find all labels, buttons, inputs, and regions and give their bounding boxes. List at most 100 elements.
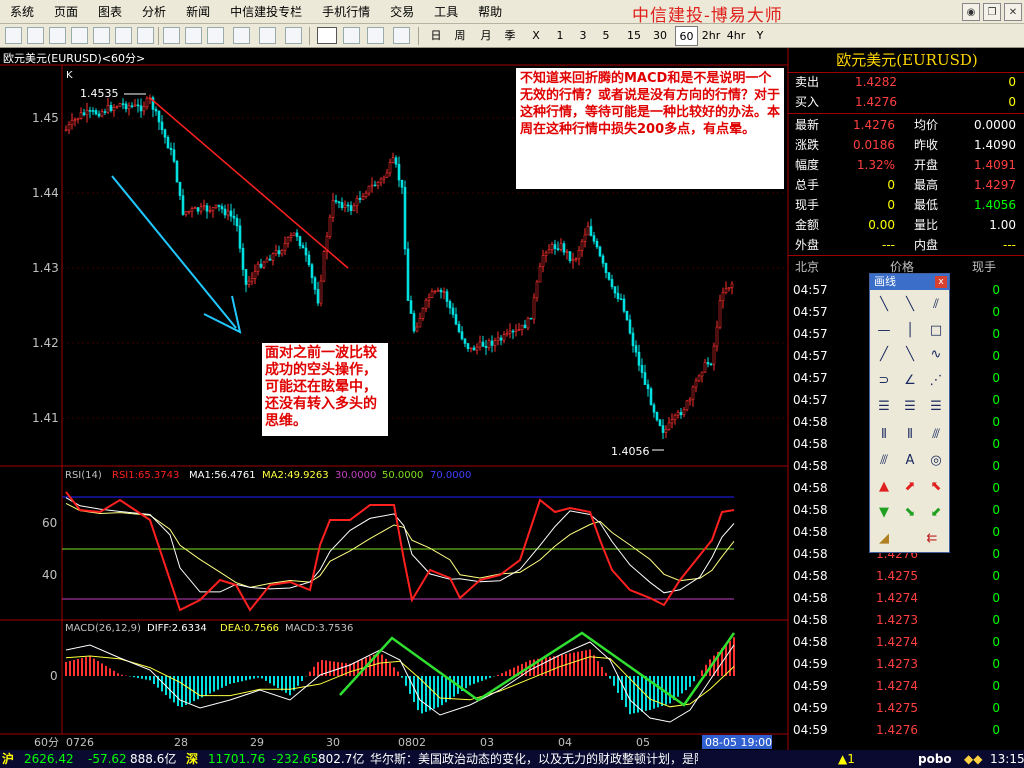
- candle-body: [553, 244, 557, 249]
- candle-body: [76, 118, 80, 120]
- spiral-icon[interactable]: ◎: [926, 450, 946, 470]
- tick-volume: 0: [992, 437, 1000, 451]
- vertical-line-icon[interactable]: │: [900, 320, 920, 340]
- annotation-note-top[interactable]: 不知道来回折腾的MACD和是不是说明一个无效的行情？或者说是没有方向的行情？对于…: [516, 68, 784, 189]
- palette-header[interactable]: 画线 x: [870, 274, 949, 290]
- tick-time: 04:58: [793, 437, 828, 451]
- tick-price: 1.4274: [876, 635, 918, 649]
- wave-icon[interactable]: ∿: [926, 344, 946, 364]
- text-icon[interactable]: A: [900, 450, 920, 470]
- rsi-tick: 60: [42, 516, 57, 530]
- quote-divider: [788, 72, 1024, 73]
- candle-body: [661, 425, 665, 433]
- candle-body: [436, 289, 440, 292]
- candle-body: [418, 318, 422, 328]
- high-price-label: 1.4535: [80, 87, 119, 100]
- alert-indicator[interactable]: ▲1: [838, 750, 855, 768]
- tick-volume: 0: [992, 723, 1000, 737]
- fibonacci-icon[interactable]: ☰: [874, 396, 894, 416]
- candle-body: [214, 204, 218, 208]
- up-right-arrow-icon[interactable]: ⬈: [900, 476, 920, 496]
- annotation-note-bottom[interactable]: 面对之前一波比较成功的空头操作，可能还在眩晕中，还没有转入多头的思维。: [262, 343, 388, 436]
- candle-body: [67, 124, 71, 131]
- up-arrow-icon[interactable]: ▲: [874, 476, 894, 496]
- down-left-arrow-icon[interactable]: ⬋: [926, 502, 946, 522]
- x-cursor-label: 08-05 19:00: [705, 736, 772, 749]
- candle-body: [379, 178, 383, 183]
- tick-volume: 0: [992, 547, 1000, 561]
- down-right-arrow-icon[interactable]: ⬊: [900, 502, 920, 522]
- parallel-line-icon[interactable]: ⫽: [926, 294, 946, 314]
- horizontal-line-icon[interactable]: —: [874, 320, 894, 340]
- palette-close-button[interactable]: x: [935, 276, 947, 288]
- candle-body: [184, 211, 188, 215]
- candle-body: [256, 263, 260, 272]
- rsi-legend-50: 50.0000: [382, 470, 423, 481]
- delete-all-icon[interactable]: ⇇: [922, 528, 942, 548]
- x-period-label: 60分: [34, 736, 59, 749]
- candle-body: [175, 160, 179, 183]
- gann-icon[interactable]: ☰: [900, 396, 920, 416]
- sz-index[interactable]: 11701.76: [208, 750, 265, 768]
- down-arrow-icon[interactable]: ▼: [874, 502, 894, 522]
- candle-body: [643, 372, 647, 385]
- fib-period-icon[interactable]: ⦀: [900, 424, 920, 444]
- arc-icon[interactable]: ⊃: [874, 370, 894, 390]
- tick-time: 04:58: [793, 613, 828, 627]
- candle-body: [433, 290, 437, 293]
- candle-body: [625, 310, 629, 321]
- candle-body: [664, 429, 668, 433]
- status-bar: 沪 2626.42 -57.62 888.6亿 深 11701.76 -232.…: [0, 750, 1024, 768]
- tick-price: 1.4274: [876, 679, 918, 693]
- trend-line-icon[interactable]: ╱: [874, 344, 894, 364]
- candle-body: [547, 249, 551, 254]
- sh-change: -57.62: [88, 752, 127, 766]
- tick-time: 04:57: [793, 393, 828, 407]
- rectangle-icon[interactable]: □: [926, 320, 946, 340]
- candle-body: [301, 245, 305, 249]
- price-tick: 1.44: [32, 186, 59, 200]
- news-ticker[interactable]: 华尔斯：美国政治动态的变化，以及无力的财政整顿计划，是降级的主因: [370, 750, 698, 768]
- channel-icon[interactable]: ⫻: [926, 424, 946, 444]
- candle-body: [367, 185, 371, 194]
- drawing-tool-palette[interactable]: 画线 x ╲ ╲ ⫽ — │ □ ╱ ╲ ∿ ⊃ ∠ ⋰ ☰ ☰ ☰ ⦀ ⦀ ⫻…: [869, 273, 950, 553]
- sell-price: 1.4282: [855, 75, 897, 89]
- period-line-icon[interactable]: ⦀: [874, 424, 894, 444]
- eraser-icon[interactable]: ◢: [874, 528, 894, 548]
- macd-legend: MACD(26,12,9) DIFF:2.6334 DEA:0.7566 MAC…: [65, 623, 353, 634]
- candle-body: [667, 422, 671, 430]
- candle-body: [343, 204, 347, 208]
- down-arrow-line[interactable]: [111, 175, 237, 329]
- line-segment-icon[interactable]: ╲: [874, 294, 894, 314]
- candle-body: [292, 232, 296, 236]
- candle-body: [85, 110, 89, 116]
- down-line-icon[interactable]: ╲: [900, 344, 920, 364]
- sh-index[interactable]: 2626.42: [24, 750, 74, 768]
- regression-icon[interactable]: ⫻: [874, 450, 894, 470]
- candle-body: [544, 252, 548, 256]
- tick-volume: 0: [992, 525, 1000, 539]
- candle-body: [718, 300, 722, 328]
- candle-body: [304, 247, 308, 256]
- rsi-legend-name: RSI(14): [65, 470, 102, 481]
- candle-body: [463, 338, 467, 344]
- candle-body: [208, 210, 212, 213]
- candle-body: [703, 362, 707, 373]
- candle-body: [268, 258, 272, 261]
- candle-body: [595, 240, 599, 248]
- rsi-legend-30: 30.0000: [335, 470, 376, 481]
- ray-icon[interactable]: ╲: [900, 294, 920, 314]
- percent-line-icon[interactable]: ☰: [926, 396, 946, 416]
- candle-body: [163, 129, 167, 138]
- quote-label: 最高: [914, 178, 939, 192]
- fan-icon[interactable]: ⋰: [926, 370, 946, 390]
- candle-body: [142, 106, 146, 112]
- up-left-arrow-icon[interactable]: ⬉: [926, 476, 946, 496]
- candle-body: [571, 259, 575, 262]
- candle-body: [469, 347, 473, 350]
- quote-value: 1.4056: [974, 198, 1016, 212]
- angle-icon[interactable]: ∠: [900, 370, 920, 390]
- tick-price: 1.4273: [876, 613, 918, 627]
- candle-body: [241, 247, 245, 270]
- sz-amount: 802.7亿: [318, 752, 365, 766]
